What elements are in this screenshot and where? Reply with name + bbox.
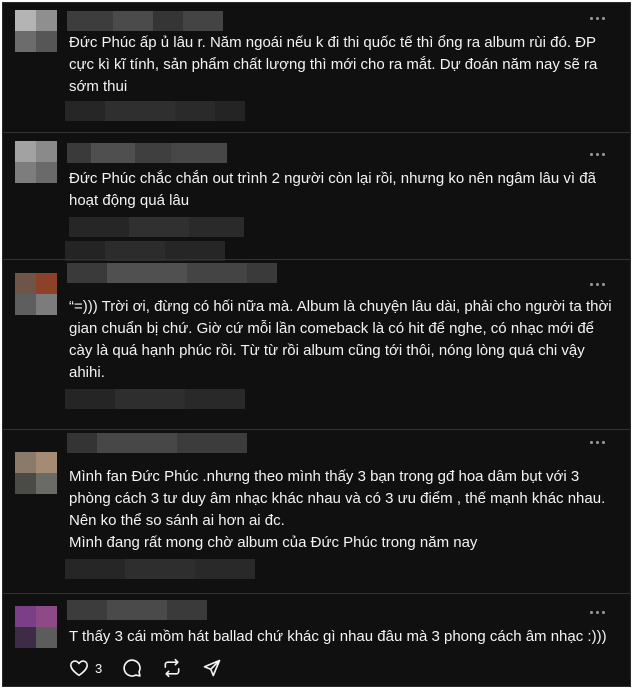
avatar[interactable] — [15, 606, 57, 648]
username-redacted[interactable] — [67, 433, 247, 453]
reply-button[interactable] — [122, 658, 142, 678]
avatar[interactable] — [15, 452, 57, 494]
reply-preview-redacted — [65, 389, 245, 409]
comment-text: “=))) Trời ơi, đừng có hối nữa mà. Album… — [69, 298, 616, 381]
username-redacted[interactable] — [67, 143, 227, 163]
like-count: 3 — [95, 660, 103, 676]
divider — [3, 132, 630, 133]
more-options-icon[interactable] — [586, 605, 608, 619]
more-options-icon[interactable] — [586, 277, 608, 291]
comment-text: Mình fan Đức Phúc .nhưng theo mình thấy … — [69, 468, 606, 551]
like-button[interactable]: 3 — [69, 659, 102, 677]
divider — [3, 593, 630, 594]
comments-panel: Đức Phúc ấp ủ lâu r. Năm ngoái nếu k đi … — [2, 2, 631, 687]
reply-preview-redacted — [65, 559, 255, 579]
more-options-icon[interactable] — [586, 11, 608, 25]
more-options-icon[interactable] — [586, 435, 608, 449]
avatar[interactable] — [15, 273, 57, 315]
divider — [3, 429, 630, 430]
divider — [3, 259, 630, 260]
comment-text: Đức Phúc chắc chắn out trình 2 người còn… — [69, 170, 601, 209]
heart-icon — [70, 660, 88, 677]
repost-button[interactable] — [162, 658, 182, 678]
reply-preview-redacted — [69, 217, 244, 237]
username-redacted[interactable] — [67, 600, 207, 620]
comment-text: T thấy 3 cái mồm hát ballad chứ khác gì … — [69, 628, 607, 645]
username-redacted[interactable] — [67, 263, 277, 283]
avatar[interactable] — [15, 10, 57, 52]
username-redacted[interactable] — [67, 11, 223, 31]
reply-preview-redacted — [65, 101, 245, 121]
more-options-icon[interactable] — [586, 147, 608, 161]
avatar[interactable] — [15, 141, 57, 183]
comment-text: Đức Phúc ấp ủ lâu r. Năm ngoái nếu k đi … — [69, 34, 602, 95]
send-icon — [203, 659, 221, 677]
reply-preview-redacted — [65, 241, 225, 261]
repost-icon — [164, 658, 180, 678]
share-button[interactable] — [202, 658, 222, 678]
action-bar: 3 — [69, 658, 242, 678]
comment-icon — [123, 659, 142, 677]
